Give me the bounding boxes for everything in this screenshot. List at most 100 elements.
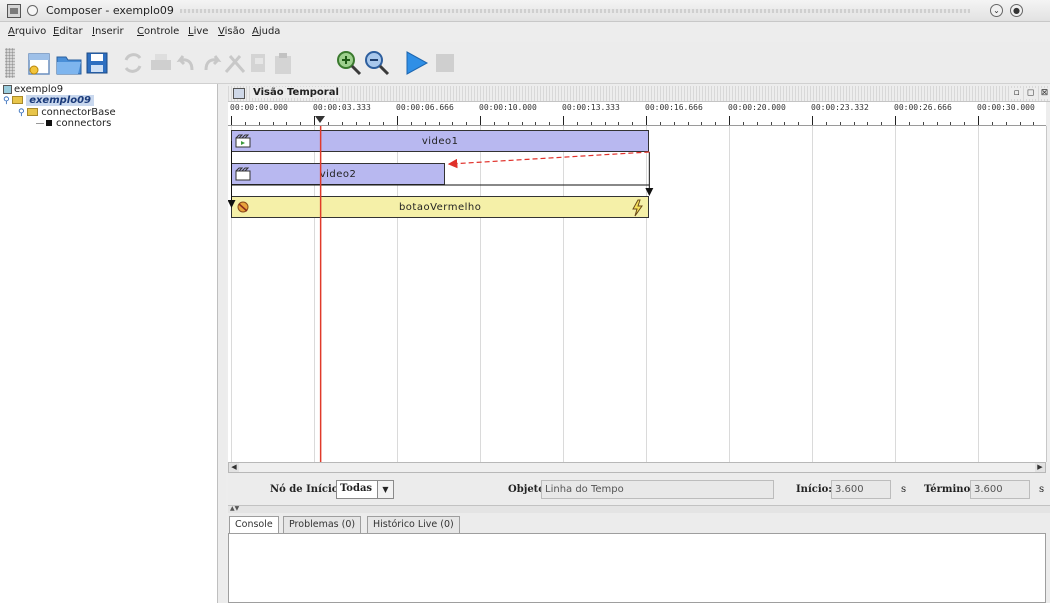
expand-icon[interactable]: ⚲ xyxy=(3,95,10,107)
tick-label: 00:00:13.333 xyxy=(562,103,620,112)
major-tick xyxy=(978,116,979,125)
end-label: Término: xyxy=(924,484,974,495)
end-unit: s xyxy=(1039,484,1045,495)
restore-icon[interactable]: ▫ xyxy=(1011,88,1022,99)
minor-tick xyxy=(1020,122,1021,125)
minor-tick xyxy=(508,122,509,125)
begin-field[interactable]: 3.600 xyxy=(831,480,891,499)
object-field: Linha do Tempo xyxy=(541,480,774,499)
scroll-left-icon[interactable]: ◀ xyxy=(229,463,239,472)
maximize-panel-icon[interactable]: ◻ xyxy=(1025,88,1036,99)
tree-root-label: exemplo9 xyxy=(14,84,64,95)
console-output[interactable] xyxy=(228,533,1046,603)
document-icon xyxy=(3,84,12,94)
save-icon[interactable] xyxy=(82,48,112,78)
vertical-scrollbar[interactable] xyxy=(1046,126,1050,462)
menu-arquivo[interactable]: Arquivo xyxy=(8,26,46,37)
maximize-icon[interactable]: ● xyxy=(1010,4,1023,17)
panel-splitter[interactable] xyxy=(218,84,226,603)
tick-label: 00:00:06.666 xyxy=(396,103,454,112)
close-panel-icon[interactable]: ⊠ xyxy=(1039,88,1050,99)
zoom-in-icon[interactable] xyxy=(334,48,364,78)
end-field[interactable]: 3.600 xyxy=(970,480,1030,499)
folder-icon xyxy=(12,96,24,104)
timeline-canvas[interactable]: video1 video2 botaoVermelho xyxy=(228,126,1046,462)
minimize-icon[interactable]: ⌄ xyxy=(990,4,1003,17)
tab-console[interactable]: Console xyxy=(229,516,279,533)
horizontal-scrollbar[interactable]: ◀ ▶ xyxy=(228,462,1046,473)
start-node-select[interactable]: Todas ▼ xyxy=(336,480,394,499)
major-tick xyxy=(812,116,813,125)
minor-tick xyxy=(826,122,827,125)
minor-tick xyxy=(605,122,606,125)
start-node-label: Nó de Início: xyxy=(270,484,343,495)
tree-item-connectors[interactable]: connectors xyxy=(36,118,111,130)
minor-tick xyxy=(535,122,536,125)
zoom-out-icon[interactable] xyxy=(362,48,392,78)
tab-problemas[interactable]: Problemas (0) xyxy=(283,516,362,533)
minor-tick xyxy=(701,122,702,125)
chevron-down-icon[interactable]: ▼ xyxy=(377,481,393,498)
tick-label: 00:00:23.332 xyxy=(811,103,869,112)
menu-ajuda[interactable]: Ajuda xyxy=(252,26,280,37)
tree-item-exemplo09[interactable]: ⚲ exemplo09 xyxy=(3,95,94,107)
playhead-marker-icon[interactable] xyxy=(315,116,325,123)
folder-icon xyxy=(27,108,39,116)
minor-tick xyxy=(771,122,772,125)
expand-icon[interactable]: ⚲ xyxy=(18,107,25,119)
link-arrow xyxy=(447,151,650,169)
minor-tick xyxy=(300,122,301,125)
open-folder-icon[interactable] xyxy=(54,48,84,78)
tick-label: 00:00:03.333 xyxy=(313,103,371,112)
tick-label: 00:00:26.666 xyxy=(894,103,952,112)
major-tick xyxy=(563,116,564,125)
paste-icon xyxy=(275,53,291,74)
minor-tick xyxy=(743,122,744,125)
minor-tick xyxy=(342,122,343,125)
link-overlay xyxy=(228,126,654,462)
new-document-icon[interactable] xyxy=(24,48,54,78)
stop-icon xyxy=(436,54,454,72)
minor-tick xyxy=(909,122,910,125)
minor-tick xyxy=(356,122,357,125)
minor-tick xyxy=(923,122,924,125)
title-bar: Composer - exemplo09 ⌄ ● xyxy=(0,0,1050,22)
minor-tick xyxy=(328,122,329,125)
minor-tick xyxy=(425,122,426,125)
menu-editar[interactable]: Editar xyxy=(53,26,83,37)
window-title: Composer - exemplo09 xyxy=(46,4,174,17)
tree-item-connectors-label: connectors xyxy=(56,118,112,129)
major-tick xyxy=(231,116,232,125)
scroll-right-icon[interactable]: ▶ xyxy=(1035,463,1045,472)
begin-unit: s xyxy=(901,484,907,495)
toolbar xyxy=(0,42,1050,84)
panel-divider[interactable]: ▲▼ xyxy=(228,505,1050,513)
minor-tick xyxy=(867,122,868,125)
timeline-properties: Nó de Início: Todas ▼ Objeto: Linha do T… xyxy=(228,473,1050,505)
minor-tick xyxy=(286,122,287,125)
time-ruler[interactable]: 00:00:00.000 00:00:03.333 00:00:06.666 00:0… xyxy=(228,102,1046,126)
minor-tick xyxy=(369,122,370,125)
title-stripe xyxy=(180,9,970,13)
minor-tick xyxy=(591,122,592,125)
toolbar-grip[interactable] xyxy=(5,48,15,78)
timeline-header: Visão Temporal ▫ ◻ ⊠ xyxy=(228,86,1050,102)
tick-label: 00:00:20.000 xyxy=(728,103,786,112)
menu-inserir[interactable]: Inserir xyxy=(92,26,124,37)
menu-live[interactable]: Live xyxy=(188,26,208,37)
menu-controle[interactable]: Controle xyxy=(137,26,179,37)
minor-tick xyxy=(245,122,246,125)
major-tick xyxy=(895,116,896,125)
app-icon xyxy=(7,4,21,18)
timeline-title: Visão Temporal xyxy=(250,87,342,98)
minor-tick xyxy=(273,122,274,125)
minor-tick xyxy=(992,122,993,125)
minor-tick xyxy=(494,122,495,125)
play-icon[interactable] xyxy=(402,48,432,78)
minor-tick xyxy=(522,122,523,125)
tab-historico-live[interactable]: Histórico Live (0) xyxy=(367,516,460,533)
menu-bar: Arquivo Editar Inserir Controle Live Vis… xyxy=(0,22,1050,42)
minor-tick xyxy=(259,122,260,125)
menu-visao[interactable]: Visão xyxy=(218,26,245,37)
window-menu-button[interactable] xyxy=(27,5,38,16)
